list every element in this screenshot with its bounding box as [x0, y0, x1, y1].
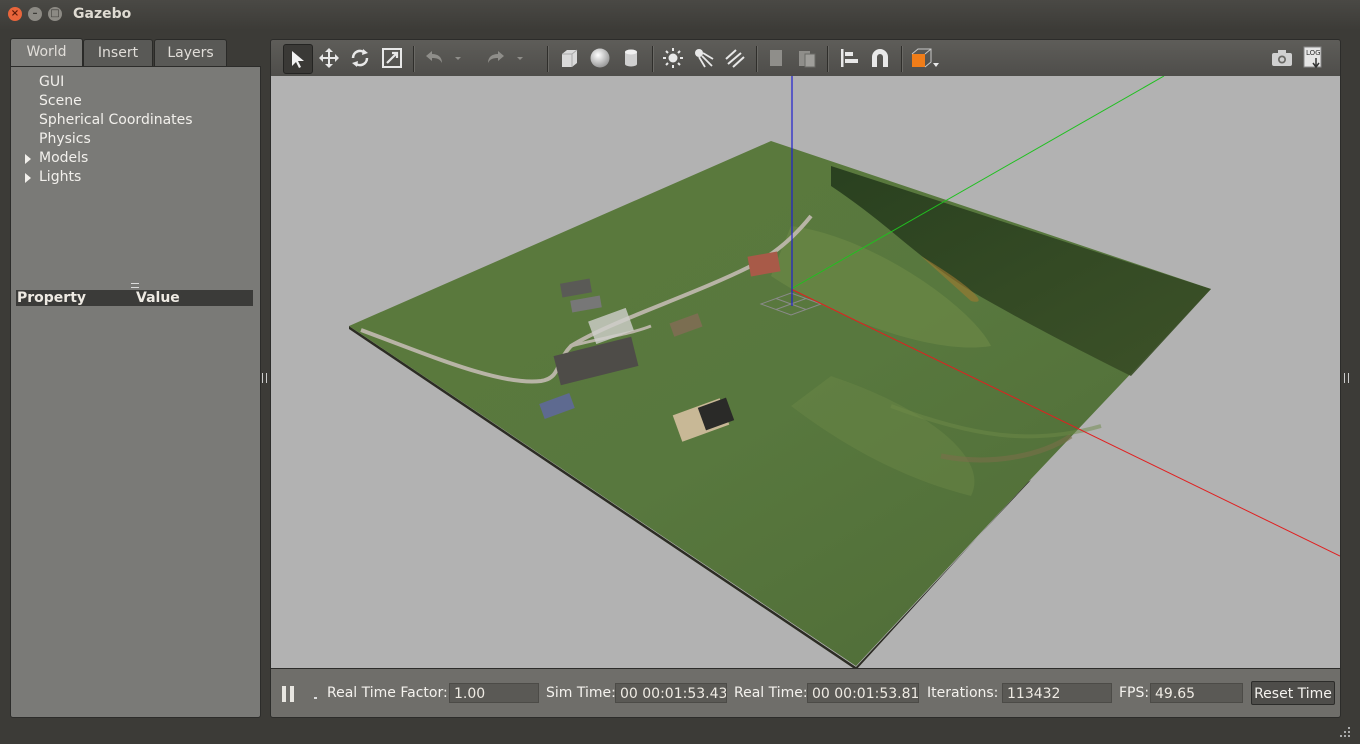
- select-arrow-icon[interactable]: [283, 44, 313, 74]
- directional-light-icon[interactable]: [722, 45, 748, 71]
- real-time-value: 00 00:01:53.819: [807, 683, 919, 703]
- copy-icon[interactable]: [763, 45, 789, 71]
- scale-icon[interactable]: [379, 45, 405, 71]
- property-column-header[interactable]: Property: [17, 290, 86, 306]
- sim-time-label: Sim Time:: [546, 685, 616, 701]
- maximize-window-button[interactable]: □: [48, 7, 62, 21]
- tree-item-spherical-coordinates[interactable]: Spherical Coordinates: [11, 111, 260, 130]
- screenshot-icon[interactable]: [1269, 45, 1295, 71]
- expand-arrow-icon[interactable]: [25, 173, 31, 183]
- tree-item-scene[interactable]: Scene: [11, 92, 260, 111]
- left-splitter-handle[interactable]: [262, 373, 267, 383]
- real-time-factor-label: Real Time Factor:: [327, 685, 448, 701]
- tree-item-label: Scene: [39, 93, 82, 109]
- tab-world[interactable]: World: [10, 38, 83, 67]
- value-column-header[interactable]: Value: [136, 290, 180, 306]
- scene-render[interactable]: [271, 76, 1340, 668]
- toolbar-separator: [827, 46, 829, 72]
- spot-light-icon[interactable]: [691, 45, 717, 71]
- tree-item-lights[interactable]: Lights: [11, 168, 260, 187]
- undo-history-icon[interactable]: [451, 45, 465, 71]
- translate-icon[interactable]: [316, 45, 342, 71]
- status-bar: Real Time Factor: 1.00 Sim Time: 00 00:0…: [270, 668, 1341, 718]
- rotate-icon[interactable]: [347, 45, 373, 71]
- step-indicator[interactable]: [314, 697, 317, 699]
- tree-item-label: GUI: [39, 74, 65, 90]
- real-time-label: Real Time:: [734, 685, 808, 701]
- fps-label: FPS:: [1119, 685, 1150, 701]
- tree-item-physics[interactable]: Physics: [11, 130, 260, 149]
- panel-splitter-handle[interactable]: [131, 283, 139, 288]
- snap-icon[interactable]: [867, 45, 893, 71]
- reset-time-button[interactable]: Reset Time: [1251, 681, 1335, 705]
- 3d-viewport[interactable]: [270, 76, 1341, 668]
- ground-plane[interactable]: [349, 141, 1211, 666]
- close-window-button[interactable]: ×: [8, 7, 22, 21]
- toolbar-separator: [756, 46, 758, 72]
- tab-insert[interactable]: Insert: [83, 39, 153, 66]
- world-tree: GUI Scene Spherical Coordinates Physics …: [11, 73, 260, 187]
- world-panel: GUI Scene Spherical Coordinates Physics …: [10, 66, 261, 718]
- tree-item-gui[interactable]: GUI: [11, 73, 260, 92]
- toolbar-separator: [652, 46, 654, 72]
- tree-item-label: Lights: [39, 169, 82, 185]
- undo-icon[interactable]: [421, 45, 447, 71]
- sphere-icon[interactable]: [587, 45, 613, 71]
- view-angle-icon[interactable]: [909, 45, 941, 71]
- log-icon[interactable]: LOG: [1300, 45, 1326, 71]
- pause-icon[interactable]: [282, 686, 296, 702]
- iterations-label: Iterations:: [927, 685, 999, 701]
- toolbar: LOG: [270, 39, 1341, 78]
- paste-icon[interactable]: [794, 45, 820, 71]
- tree-item-label: Physics: [39, 131, 91, 147]
- tree-item-models[interactable]: Models: [11, 149, 260, 168]
- iterations-value: 113432: [1002, 683, 1112, 703]
- right-splitter-handle[interactable]: [1344, 373, 1349, 383]
- sim-time-value: 00 00:01:53.432: [615, 683, 727, 703]
- toolbar-separator: [547, 46, 549, 72]
- fps-value: 49.65: [1150, 683, 1243, 703]
- redo-icon[interactable]: [483, 45, 509, 71]
- box-icon[interactable]: [556, 45, 582, 71]
- point-light-icon[interactable]: [660, 45, 686, 71]
- window-title: Gazebo: [73, 6, 132, 22]
- title-bar: × – □ Gazebo: [0, 0, 1360, 30]
- expand-arrow-icon[interactable]: [25, 154, 31, 164]
- redo-history-icon[interactable]: [513, 45, 527, 71]
- real-time-factor-value: 1.00: [449, 683, 539, 703]
- resize-grip-icon[interactable]: [1339, 726, 1351, 738]
- toolbar-separator: [413, 46, 415, 72]
- tree-item-label: Models: [39, 150, 89, 166]
- tree-item-label: Spherical Coordinates: [39, 112, 193, 128]
- svg-text:LOG: LOG: [1306, 49, 1321, 57]
- minimize-window-button[interactable]: –: [28, 7, 42, 21]
- tab-layers[interactable]: Layers: [154, 39, 227, 66]
- property-table-header: Property Value: [16, 290, 253, 306]
- align-icon[interactable]: [836, 45, 862, 71]
- cylinder-icon[interactable]: [618, 45, 644, 71]
- toolbar-separator: [901, 46, 903, 72]
